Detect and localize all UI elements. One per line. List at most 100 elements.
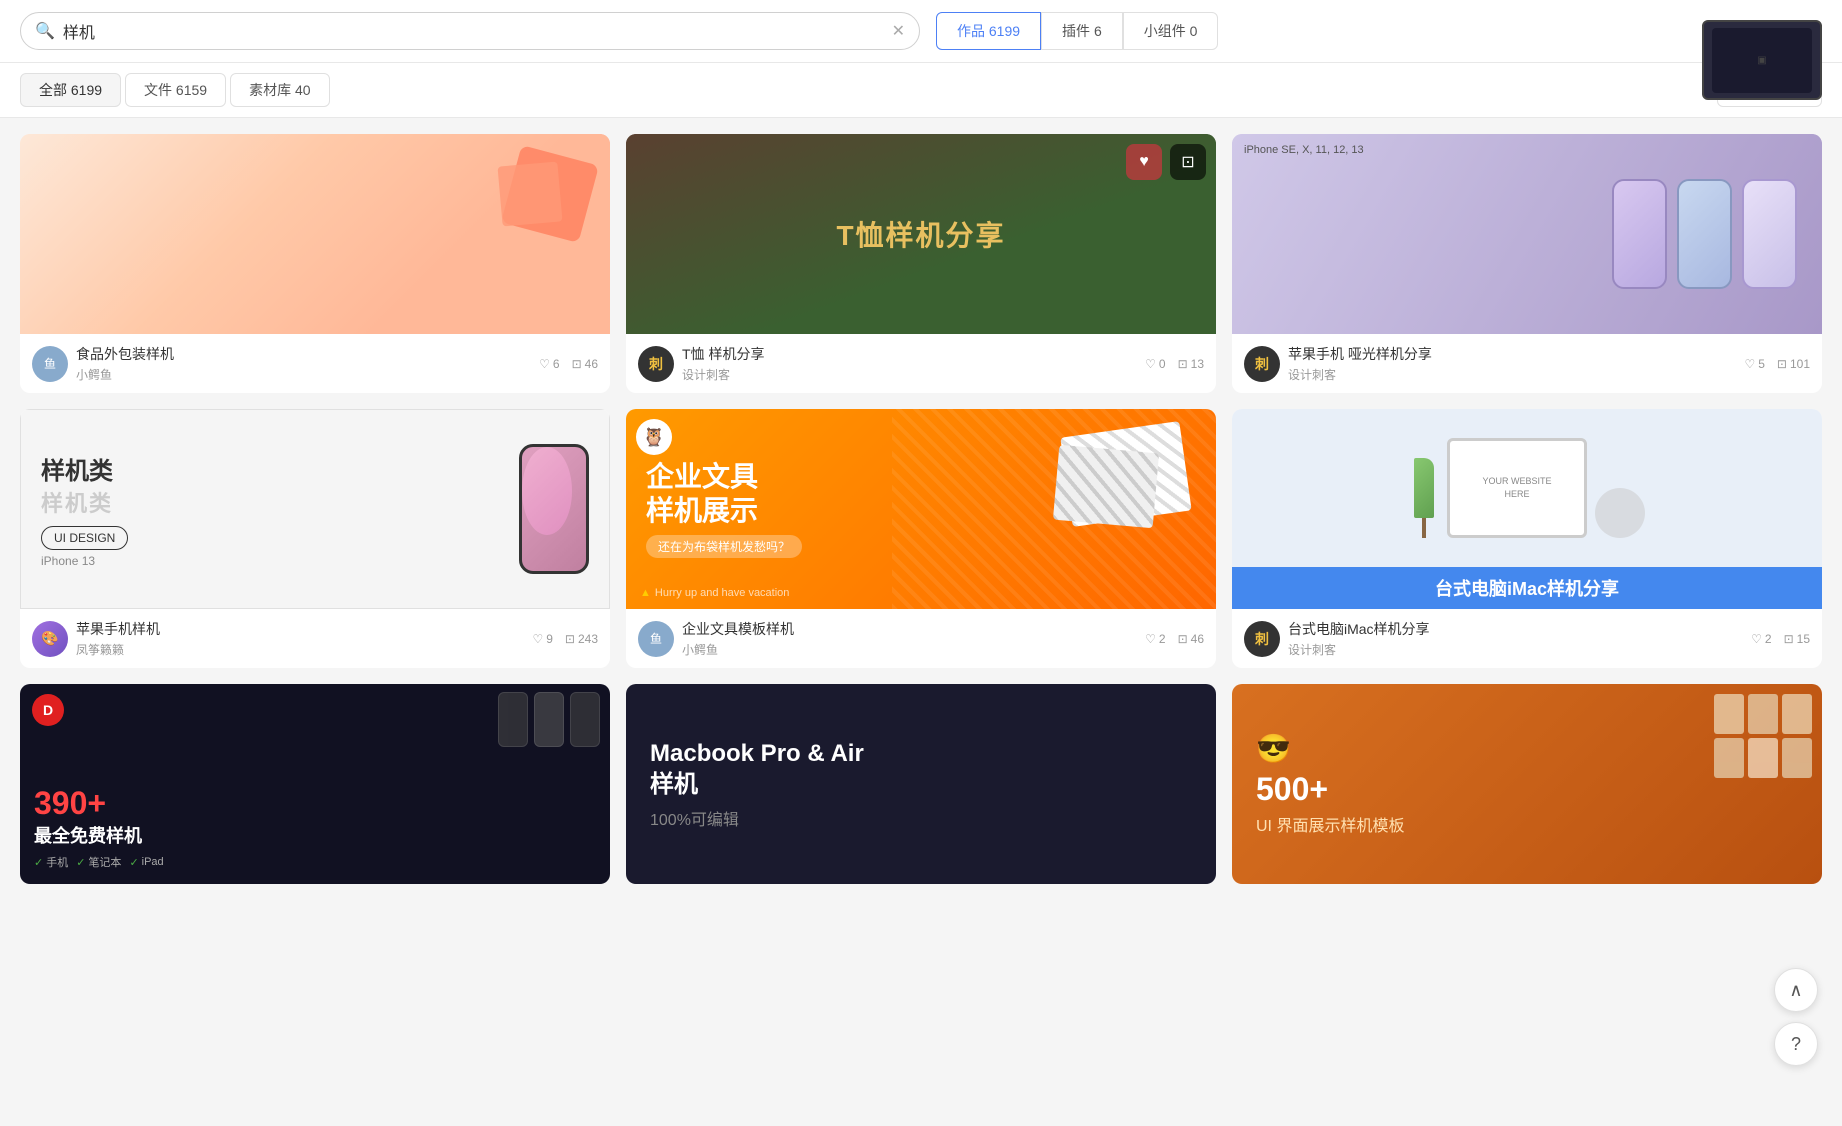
float-buttons: ∧ ? bbox=[1774, 968, 1818, 1066]
card-iphone-apple[interactable]: iPhone SE, X, 11, 12, 13 刺 苹果手机 哑光样机分享 设… bbox=[1232, 134, 1822, 393]
tshirt-copy-btn[interactable]: ⊡ bbox=[1170, 144, 1206, 180]
iphone-apple-likes: ♡ 5 bbox=[1744, 357, 1764, 371]
filter-all[interactable]: 全部 6199 bbox=[20, 73, 121, 107]
card-enterprise-stats: ♡ 2 ⊡ 46 bbox=[1145, 632, 1204, 646]
mockup-class-copies: ⊡ 243 bbox=[565, 632, 598, 646]
filter-bar: 全部 6199 文件 6159 素材库 40 综合排序 ▾ bbox=[0, 63, 1842, 118]
card-iphone-apple-author: 设计刺客 bbox=[1288, 366, 1736, 383]
free-num: 390+ bbox=[34, 785, 106, 822]
imac-scene: YOUR WEBSITEHERE bbox=[1232, 409, 1822, 567]
card-imac-info: 刺 台式电脑iMac样机分享 设计刺客 ♡ 2 ⊡ 15 bbox=[1232, 609, 1822, 668]
ui500-emoji: 😎 bbox=[1256, 732, 1291, 765]
enterprise-likes: ♡ 2 bbox=[1145, 632, 1165, 646]
free-tag-phone: ✓ 手机 bbox=[34, 854, 68, 870]
search-query-text: 样机 bbox=[63, 19, 892, 43]
scroll-top-button[interactable]: ∧ bbox=[1774, 968, 1818, 1012]
phone-mockup-shape bbox=[519, 444, 589, 574]
card-tshirt-stats: ♡ 0 ⊡ 13 bbox=[1145, 357, 1204, 371]
card-imac-image: YOUR WEBSITEHERE 台式电脑iMac样机分享 bbox=[1232, 409, 1822, 609]
mockup-h1: 样机类 bbox=[41, 451, 499, 486]
card-food-image: ▲ Hurry up and have vacation bbox=[20, 134, 610, 334]
iphone-apple-copies: ⊡ 101 bbox=[1777, 357, 1810, 371]
card-mockup-class-author: 凤筝籁籁 bbox=[76, 641, 524, 658]
filter-files[interactable]: 文件 6159 bbox=[125, 73, 226, 107]
enterprise-text: 企业文具样机展示 还在为布袋样机发愁吗？ bbox=[646, 460, 802, 558]
enterprise-badge: ▲ Hurry up and have vacation bbox=[640, 587, 789, 599]
free-title: 最全免费样机 bbox=[34, 822, 142, 848]
card-iphone-apple-title: 苹果手机 哑光样机分享 bbox=[1288, 344, 1736, 364]
iphone-model-label: iPhone SE, X, 11, 12, 13 bbox=[1244, 144, 1364, 156]
card-ui500[interactable]: 😎 500+ UI 界面展示样机模板 bbox=[1232, 684, 1822, 884]
card-ui500-image: 😎 500+ UI 界面展示样机模板 bbox=[1232, 684, 1822, 884]
card-food-stats: ♡ 6 ⊡ 46 bbox=[539, 357, 598, 371]
tab-components[interactable]: 小组件 0 bbox=[1123, 12, 1219, 50]
card-enterprise[interactable]: 🦉 企业文具样机展示 还在为布袋样机发愁吗？ ▲ Hurry up and ha… bbox=[626, 409, 1216, 668]
card-food-title: 食品外包装样机 bbox=[76, 344, 531, 364]
mockup-h2: 样机类 bbox=[41, 486, 499, 518]
card-free-image: D 390+ 最全免费样机 ✓ 手机 ✓ 笔记本 ✓ iPad bbox=[20, 684, 610, 884]
mockup-badge: UI DESIGN bbox=[41, 526, 128, 550]
avatar-designer3: 刺 bbox=[1244, 621, 1280, 657]
search-clear-button[interactable]: ✕ bbox=[892, 21, 905, 41]
card-tshirt[interactable]: T恤样机分享 ♥ ⊡ 刺 T恤 样机分享 设计刺客 ♡ 0 ⊡ 13 bbox=[626, 134, 1216, 393]
card-food-meta: 食品外包装样机 小鳄鱼 bbox=[76, 344, 531, 383]
help-button[interactable]: ? bbox=[1774, 1022, 1818, 1066]
free-tags: ✓ 手机 ✓ 笔记本 ✓ iPad bbox=[34, 854, 164, 870]
card-imac-author: 设计刺客 bbox=[1288, 641, 1743, 658]
food-copies: ⊡ 46 bbox=[572, 357, 598, 371]
tab-plugins[interactable]: 插件 6 bbox=[1041, 12, 1123, 50]
mockup-class-likes: ♡ 9 bbox=[532, 632, 552, 646]
card-iphone-apple-info: 刺 苹果手机 哑光样机分享 设计刺客 ♡ 5 ⊡ 101 bbox=[1232, 334, 1822, 393]
card-imac[interactable]: YOUR WEBSITEHERE 台式电脑iMac样机分享 刺 台式电脑iMac… bbox=[1232, 409, 1822, 668]
avatar-xiaoeyu1: 鱼 bbox=[32, 346, 68, 382]
card-enterprise-title: 企业文具模板样机 bbox=[682, 619, 1137, 639]
imac-monitor-shape: YOUR WEBSITEHERE bbox=[1447, 438, 1587, 538]
card-mockup-class[interactable]: 样机类 样机类 UI DESIGN iPhone 13 🎨 苹果手机样机 凤筝籁… bbox=[20, 409, 610, 668]
ui500-num: 500+ bbox=[1256, 771, 1328, 808]
card-iphone-apple-meta: 苹果手机 哑光样机分享 设计刺客 bbox=[1288, 344, 1736, 383]
card-iphone-apple-stats: ♡ 5 ⊡ 101 bbox=[1744, 357, 1810, 371]
mockup-text-block: 样机类 样机类 UI DESIGN iPhone 13 bbox=[41, 451, 499, 568]
mockup-sub: iPhone 13 bbox=[41, 554, 499, 568]
avatar-designer1: 刺 bbox=[638, 346, 674, 382]
card-food[interactable]: ▲ Hurry up and have vacation 鱼 食品外包装样机 小… bbox=[20, 134, 610, 393]
card-free[interactable]: D 390+ 最全免费样机 ✓ 手机 ✓ 笔记本 ✓ iPad bbox=[20, 684, 610, 884]
card-mockup-class-meta: 苹果手机样机 凤筝籁籁 bbox=[76, 619, 524, 658]
tshirt-like-btn[interactable]: ♥ bbox=[1126, 144, 1162, 180]
search-box[interactable]: 🔍 样机 ✕ bbox=[20, 12, 920, 50]
card-mockup-class-stats: ♡ 9 ⊡ 243 bbox=[532, 632, 598, 646]
food-likes: ♡ 6 bbox=[539, 357, 559, 371]
enterprise-copies: ⊡ 46 bbox=[1178, 632, 1204, 646]
card-mockup-class-info: 🎨 苹果手机样机 凤筝籁籁 ♡ 9 ⊡ 243 bbox=[20, 609, 610, 668]
card-macbook-image: Macbook Pro & Air样机 100%可编辑 ▣ bbox=[626, 684, 1216, 884]
free-tag-laptop: ✓ 笔记本 bbox=[76, 854, 121, 870]
card-tshirt-author: 设计刺客 bbox=[682, 366, 1137, 383]
results-grid: ▲ Hurry up and have vacation 鱼 食品外包装样机 小… bbox=[0, 118, 1842, 900]
card-food-author: 小鳄鱼 bbox=[76, 366, 531, 383]
avatar-xiaoeyu2: 鱼 bbox=[638, 621, 674, 657]
card-tshirt-info: 刺 T恤 样机分享 设计刺客 ♡ 0 ⊡ 13 bbox=[626, 334, 1216, 393]
card-enterprise-image: 🦉 企业文具样机展示 还在为布袋样机发愁吗？ ▲ Hurry up and ha… bbox=[626, 409, 1216, 609]
tab-works[interactable]: 作品 6199 bbox=[936, 12, 1041, 50]
filter-assets[interactable]: 素材库 40 bbox=[230, 73, 329, 107]
tshirt-label: T恤样机分享 bbox=[836, 214, 1005, 254]
card-macbook[interactable]: Macbook Pro & Air样机 100%可编辑 ▣ bbox=[626, 684, 1216, 884]
card-mockup-class-title: 苹果手机样机 bbox=[76, 619, 524, 639]
card-tshirt-title: T恤 样机分享 bbox=[682, 344, 1137, 364]
tshirt-copies: ⊡ 13 bbox=[1178, 357, 1204, 371]
macbook-sub: 100%可编辑 bbox=[650, 806, 739, 830]
macbook-h1: Macbook Pro & Air样机 bbox=[650, 738, 864, 800]
card-mockup-class-image: 样机类 样机类 UI DESIGN iPhone 13 bbox=[20, 409, 610, 609]
card-enterprise-info: 鱼 企业文具模板样机 小鳄鱼 ♡ 2 ⊡ 46 bbox=[626, 609, 1216, 668]
avatar-designer2: 刺 bbox=[1244, 346, 1280, 382]
imac-banner: 台式电脑iMac样机分享 bbox=[1232, 567, 1822, 609]
card-imac-title: 台式电脑iMac样机分享 bbox=[1288, 619, 1743, 639]
imac-copies: ⊡ 15 bbox=[1784, 632, 1810, 646]
card-enterprise-meta: 企业文具模板样机 小鳄鱼 bbox=[682, 619, 1137, 658]
free-tag-ipad: ✓ iPad bbox=[129, 854, 163, 870]
card-imac-stats: ♡ 2 ⊡ 15 bbox=[1751, 632, 1810, 646]
enterprise-h1: 企业文具样机展示 bbox=[646, 460, 802, 527]
card-enterprise-author: 小鳄鱼 bbox=[682, 641, 1137, 658]
result-type-tabs: 作品 6199 插件 6 小组件 0 bbox=[936, 12, 1218, 50]
search-icon: 🔍 bbox=[35, 21, 55, 41]
